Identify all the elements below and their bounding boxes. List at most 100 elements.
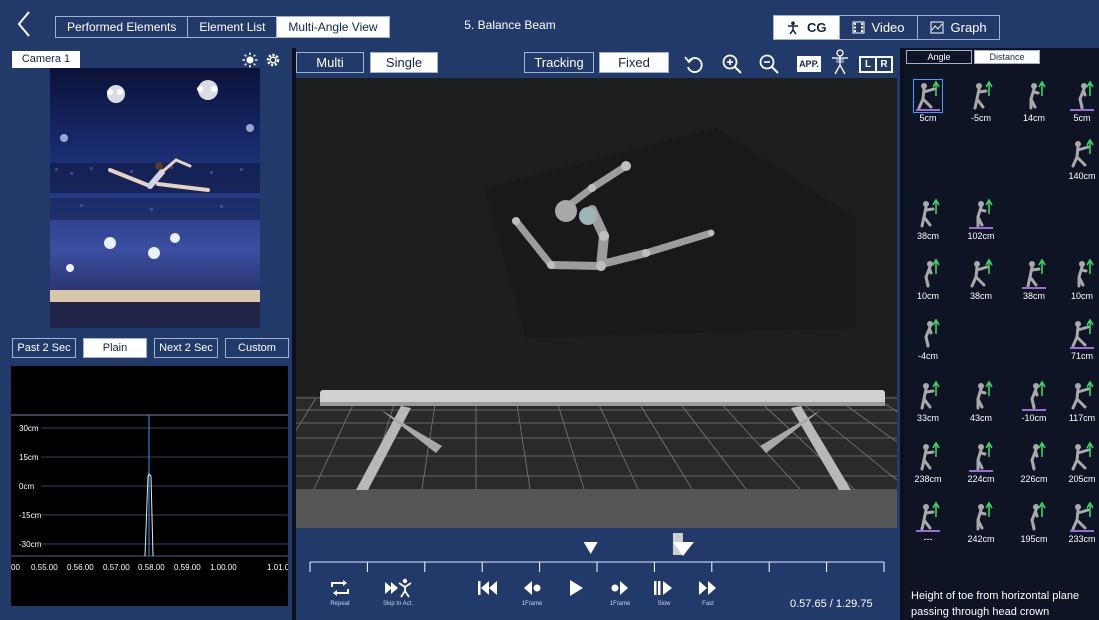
pose-cell[interactable]: -4cm xyxy=(908,318,948,364)
measurement-panel: Angle Distance 5cm -5cm 14cm 5cm 140cm 38cm 10… xyxy=(904,48,1099,620)
zoom-in-button[interactable] xyxy=(720,53,744,75)
stand-pose-icon xyxy=(924,318,940,348)
rotate-reset-icon xyxy=(684,56,703,73)
pose-cell[interactable]: 205cm xyxy=(1062,441,1099,487)
graph-y-tick: 0cm xyxy=(19,482,34,491)
graph-x-tick: 1.01.0 xyxy=(267,563,288,572)
pose-cell[interactable]: 140cm xyxy=(1062,138,1099,184)
pose-value: 38cm xyxy=(969,291,992,301)
pose-cell[interactable]: 195cm xyxy=(1014,501,1054,547)
pose-cell[interactable]: 224cm xyxy=(961,441,1001,487)
pose-cell[interactable]: 38cm xyxy=(1014,258,1054,304)
frame-forward-icon xyxy=(611,581,628,595)
next-2-sec-button[interactable]: Next 2 Sec xyxy=(154,338,218,358)
camera-select[interactable]: Camera 1 xyxy=(12,51,80,68)
skip-to-action-button[interactable]: Skip to Act. xyxy=(376,576,420,616)
tab-angle[interactable]: Angle xyxy=(906,50,972,64)
timeline-start-marker[interactable] xyxy=(583,542,598,554)
pose-cell[interactable]: 5cm xyxy=(908,79,948,126)
pose-cell[interactable]: 117cm xyxy=(1062,380,1099,426)
pose-cell[interactable]: 102cm xyxy=(961,198,1001,244)
time-range-buttons: Past 2 Sec Plain Next 2 Sec Custom xyxy=(12,338,289,358)
fixed-button[interactable]: Fixed xyxy=(599,52,669,73)
foot-height-pose-icon xyxy=(1071,138,1094,168)
pose-cell[interactable]: 10cm xyxy=(908,258,948,304)
multi-mode-button[interactable]: Multi xyxy=(296,52,364,73)
graph-view-label: Graph xyxy=(950,20,987,35)
arms-up-pose-icon xyxy=(1029,80,1046,110)
tracking-button[interactable]: Tracking xyxy=(524,52,594,73)
slow-button[interactable]: Slow xyxy=(642,576,686,616)
tab-multi-angle-view[interactable]: Multi-Angle View xyxy=(277,17,389,37)
pose-cell[interactable]: 242cm xyxy=(961,501,1001,547)
frame-back-button[interactable]: 1Frame xyxy=(510,576,554,616)
skip-to-action-caption: Skip to Act. xyxy=(382,601,413,607)
custom-button[interactable]: Custom xyxy=(225,338,289,358)
pose-cell[interactable]: 14cm xyxy=(1014,80,1054,126)
lean-pose-icon xyxy=(920,198,940,228)
graph-view-button[interactable]: Graph xyxy=(918,16,999,39)
zoom-out-button[interactable] xyxy=(757,53,781,75)
sit-pose-icon xyxy=(920,380,940,410)
pose-cell[interactable]: --- xyxy=(908,501,948,547)
frame-forward-button[interactable]: 1Frame xyxy=(598,576,642,616)
video-view-button[interactable]: Video xyxy=(840,16,918,39)
pose-cell[interactable]: 43cm xyxy=(961,380,1001,426)
zoom-out-icon xyxy=(759,54,779,74)
fast-button[interactable]: Fast xyxy=(686,576,730,616)
skip-to-action-icon xyxy=(385,578,412,598)
pose-cell[interactable]: 71cm xyxy=(1062,318,1099,364)
camera-panel: Camera 1 Past 2 Sec Plain Next 2 Sec Cus… xyxy=(0,48,292,620)
pose-cell[interactable]: 226cm xyxy=(1014,441,1054,487)
pose-value: 205cm xyxy=(1068,474,1096,484)
pose-value: --- xyxy=(923,534,933,544)
3d-cg-viewport[interactable] xyxy=(296,78,897,528)
right-side-button[interactable]: R xyxy=(877,58,891,71)
pose-cell[interactable]: -10cm xyxy=(1014,380,1054,426)
left-side-button[interactable]: L xyxy=(861,58,875,71)
graph-x-tick: 0.58.00 xyxy=(138,563,165,572)
back-button[interactable] xyxy=(10,8,38,40)
main-view-panel: Multi Single Tracking Fixed APP. L R Rep… xyxy=(296,48,900,620)
tab-distance[interactable]: Distance xyxy=(974,50,1040,64)
reach-pose-icon xyxy=(970,258,993,288)
slow-caption: Slow xyxy=(657,601,671,607)
pose-cell[interactable]: 5cm xyxy=(1062,80,1099,126)
graph-y-tick: 30cm xyxy=(19,424,39,433)
pose-value: 43cm xyxy=(969,413,992,423)
apparatus-toggle-button[interactable]: APP. xyxy=(797,56,821,72)
pose-cell[interactable]: 38cm xyxy=(961,258,1001,304)
pose-value: 5cm xyxy=(1073,113,1091,123)
plain-button[interactable]: Plain xyxy=(83,338,147,358)
pose-value: 233cm xyxy=(1068,534,1096,544)
cg-view-label: CG xyxy=(807,20,827,35)
past-2-sec-button[interactable]: Past 2 Sec xyxy=(12,338,76,358)
hip-height-pose-icon xyxy=(1070,80,1094,111)
rotate-reset-button[interactable] xyxy=(682,53,706,75)
pose-cell[interactable]: 38cm xyxy=(908,198,948,244)
pose-value: 195cm xyxy=(1020,534,1048,544)
pose-cell[interactable]: 233cm xyxy=(1062,501,1099,547)
skip-to-start-button[interactable] xyxy=(466,576,510,616)
skeleton-toggle-button[interactable] xyxy=(828,49,852,75)
repeat-button[interactable]: Repeat xyxy=(318,576,362,616)
play-button[interactable] xyxy=(554,576,598,616)
turn-pose-icon xyxy=(1070,501,1094,532)
pose-cell[interactable]: 238cm xyxy=(908,441,948,487)
graph-x-tick: 0.57.00 xyxy=(103,563,130,572)
pose-value: 140cm xyxy=(1068,171,1096,181)
top-bar: Performed Elements Element List Multi-An… xyxy=(0,0,1099,48)
step-pose-icon xyxy=(976,380,993,410)
tab-performed-elements[interactable]: Performed Elements xyxy=(56,17,189,37)
pose-cell[interactable]: 33cm xyxy=(908,380,948,426)
repeat-caption: Repeat xyxy=(330,601,350,607)
sun-icon[interactable] xyxy=(242,52,258,68)
measurement-description: Height of toe from horizontal plane pass… xyxy=(911,590,1080,618)
single-mode-button[interactable]: Single xyxy=(370,52,438,73)
tab-element-list[interactable]: Element List xyxy=(188,17,278,37)
pose-cell[interactable]: -5cm xyxy=(961,80,1001,126)
cg-view-button[interactable]: CG xyxy=(774,16,840,39)
pose-cell[interactable]: 10cm xyxy=(1062,258,1099,304)
gear-icon[interactable] xyxy=(265,52,281,68)
frame-forward-caption: 1Frame xyxy=(609,601,631,607)
